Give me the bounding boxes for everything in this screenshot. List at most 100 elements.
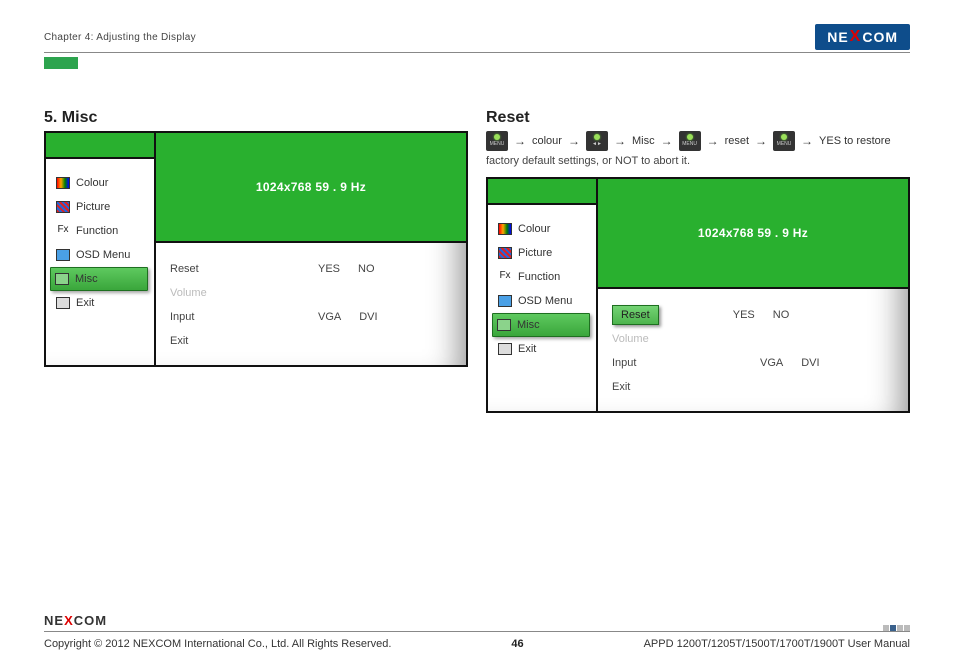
menu-label: Exit (518, 343, 536, 355)
panel-left-header (488, 179, 596, 205)
colour-icon (56, 177, 70, 189)
arrow-icon: → (755, 134, 767, 148)
resolution-header: 1024x768 59 . 9 Hz (598, 179, 908, 289)
osd-panel-reset: Colour Picture FxFunction OSD Menu Misc … (486, 177, 910, 413)
osd-panel-misc: Colour Picture FxFunction OSD Menu Misc … (44, 131, 468, 367)
row-label-input: Input (612, 357, 684, 369)
menu-item-colour[interactable]: Colour (52, 171, 148, 195)
exit-icon (56, 297, 70, 309)
opt-yes[interactable]: YES (733, 309, 755, 321)
menu-item-exit[interactable]: Exit (52, 291, 148, 315)
menu-item-picture[interactable]: Picture (494, 241, 590, 265)
brand-right: COM (862, 29, 898, 45)
menu-item-exit[interactable]: Exit (494, 337, 590, 361)
menu-label: Exit (76, 297, 94, 309)
doc-id: APPD 1200T/1205T/1500T/1700T/1900T User … (644, 638, 910, 650)
opt-no[interactable]: NO (773, 309, 790, 321)
arrow-icon: → (568, 134, 580, 148)
step-yes-restore: YES to restore (819, 135, 891, 147)
menu-item-function[interactable]: FxFunction (52, 219, 148, 243)
arrow-icon: → (661, 134, 673, 148)
osd-menu-icon (498, 295, 512, 307)
arrow-icon: → (614, 134, 626, 148)
menu-label: Misc (517, 319, 540, 331)
row-exit[interactable]: Exit (170, 329, 452, 353)
opt-vga[interactable]: VGA (318, 311, 341, 323)
footer: NEXCOM Copyright © 2012 NEXCOM Internati… (44, 613, 910, 650)
panel-left-header (46, 133, 154, 159)
arrow-icon: → (707, 134, 719, 148)
resolution-header: 1024x768 59 . 9 Hz (156, 133, 466, 243)
menu-item-osd-menu[interactable]: OSD Menu (494, 289, 590, 313)
step-colour: colour (532, 135, 562, 147)
function-icon: Fx (56, 225, 70, 237)
brand-x: X (850, 28, 862, 46)
reset-note: factory default settings, or NOT to abor… (486, 155, 910, 167)
left-column: 5. Misc Colour Picture FxFunction OSD Me… (44, 109, 468, 413)
menu-label: Picture (76, 201, 110, 213)
picture-icon (498, 247, 512, 259)
opt-vga[interactable]: VGA (760, 357, 783, 369)
menu-button-icon[interactable]: MENU (679, 131, 701, 151)
function-icon: Fx (498, 271, 512, 283)
opt-dvi[interactable]: DVI (801, 357, 819, 369)
colour-icon (498, 223, 512, 235)
footer-decor-icon (883, 625, 910, 631)
menu-label: Colour (76, 177, 108, 189)
menu-item-misc[interactable]: Misc (50, 267, 148, 291)
menu-label: Picture (518, 247, 552, 259)
row-label-reset-selected: Reset (612, 305, 659, 325)
brand-logo: NE X COM (815, 24, 910, 50)
row-exit[interactable]: Exit (612, 375, 894, 399)
row-volume: Volume (612, 327, 894, 351)
menu-item-function[interactable]: Fx Function (494, 265, 590, 289)
footer-brand-right: COM (74, 613, 107, 628)
menu-label: Colour (518, 223, 550, 235)
row-label-input: Input (170, 311, 242, 323)
menu-button-icon[interactable]: MENU (486, 131, 508, 151)
nav-button-icon[interactable]: ◄► (586, 131, 608, 151)
menu-item-picture[interactable]: Picture (52, 195, 148, 219)
row-label-volume: Volume (170, 287, 242, 299)
footer-brand-left: NE (44, 613, 64, 628)
row-label-volume: Volume (612, 333, 684, 345)
menu-label: Misc (75, 273, 98, 285)
menu-item-osd-menu[interactable]: OSD Menu (52, 243, 148, 267)
copyright-text: Copyright © 2012 NEXCOM International Co… (44, 638, 391, 650)
opt-yes[interactable]: YES (318, 263, 340, 275)
header-bar: Chapter 4: Adjusting the Display NE X CO… (44, 24, 910, 53)
page-tab-stub (44, 57, 78, 69)
step-misc: Misc (632, 135, 655, 147)
page-number: 46 (511, 638, 523, 650)
menu-label: OSD Menu (76, 249, 130, 261)
osd-menu-icon (56, 249, 70, 261)
brand-left: NE (827, 29, 848, 45)
opt-dvi[interactable]: DVI (359, 311, 377, 323)
menu-label: OSD Menu (518, 295, 572, 307)
misc-icon (497, 319, 511, 331)
arrow-icon: → (514, 134, 526, 148)
opt-no[interactable]: NO (358, 263, 375, 275)
row-label-exit: Exit (612, 381, 684, 393)
row-reset[interactable]: Reset YES NO (170, 257, 452, 281)
row-input[interactable]: Input VGA DVI (170, 305, 452, 329)
picture-icon (56, 201, 70, 213)
chapter-title: Chapter 4: Adjusting the Display (44, 32, 196, 43)
step-reset: reset (725, 135, 749, 147)
menu-label: Function (518, 271, 560, 283)
right-column: Reset MENU → colour → ◄► → Misc → MENU →… (486, 109, 910, 413)
row-volume: Volume (170, 281, 452, 305)
menu-button-icon[interactable]: MENU (773, 131, 795, 151)
misc-icon (55, 273, 69, 285)
exit-icon (498, 343, 512, 355)
row-reset[interactable]: Reset YES NO (612, 303, 894, 327)
menu-item-colour[interactable]: Colour (494, 217, 590, 241)
row-input[interactable]: Input VGA DVI (612, 351, 894, 375)
menu-item-misc[interactable]: Misc (492, 313, 590, 337)
footer-logo: NEXCOM (44, 613, 107, 629)
row-label-reset: Reset (170, 263, 242, 275)
reset-heading: Reset (486, 109, 910, 127)
arrow-icon: → (801, 134, 813, 148)
footer-brand-x: X (64, 613, 74, 628)
misc-heading: 5. Misc (44, 109, 468, 127)
